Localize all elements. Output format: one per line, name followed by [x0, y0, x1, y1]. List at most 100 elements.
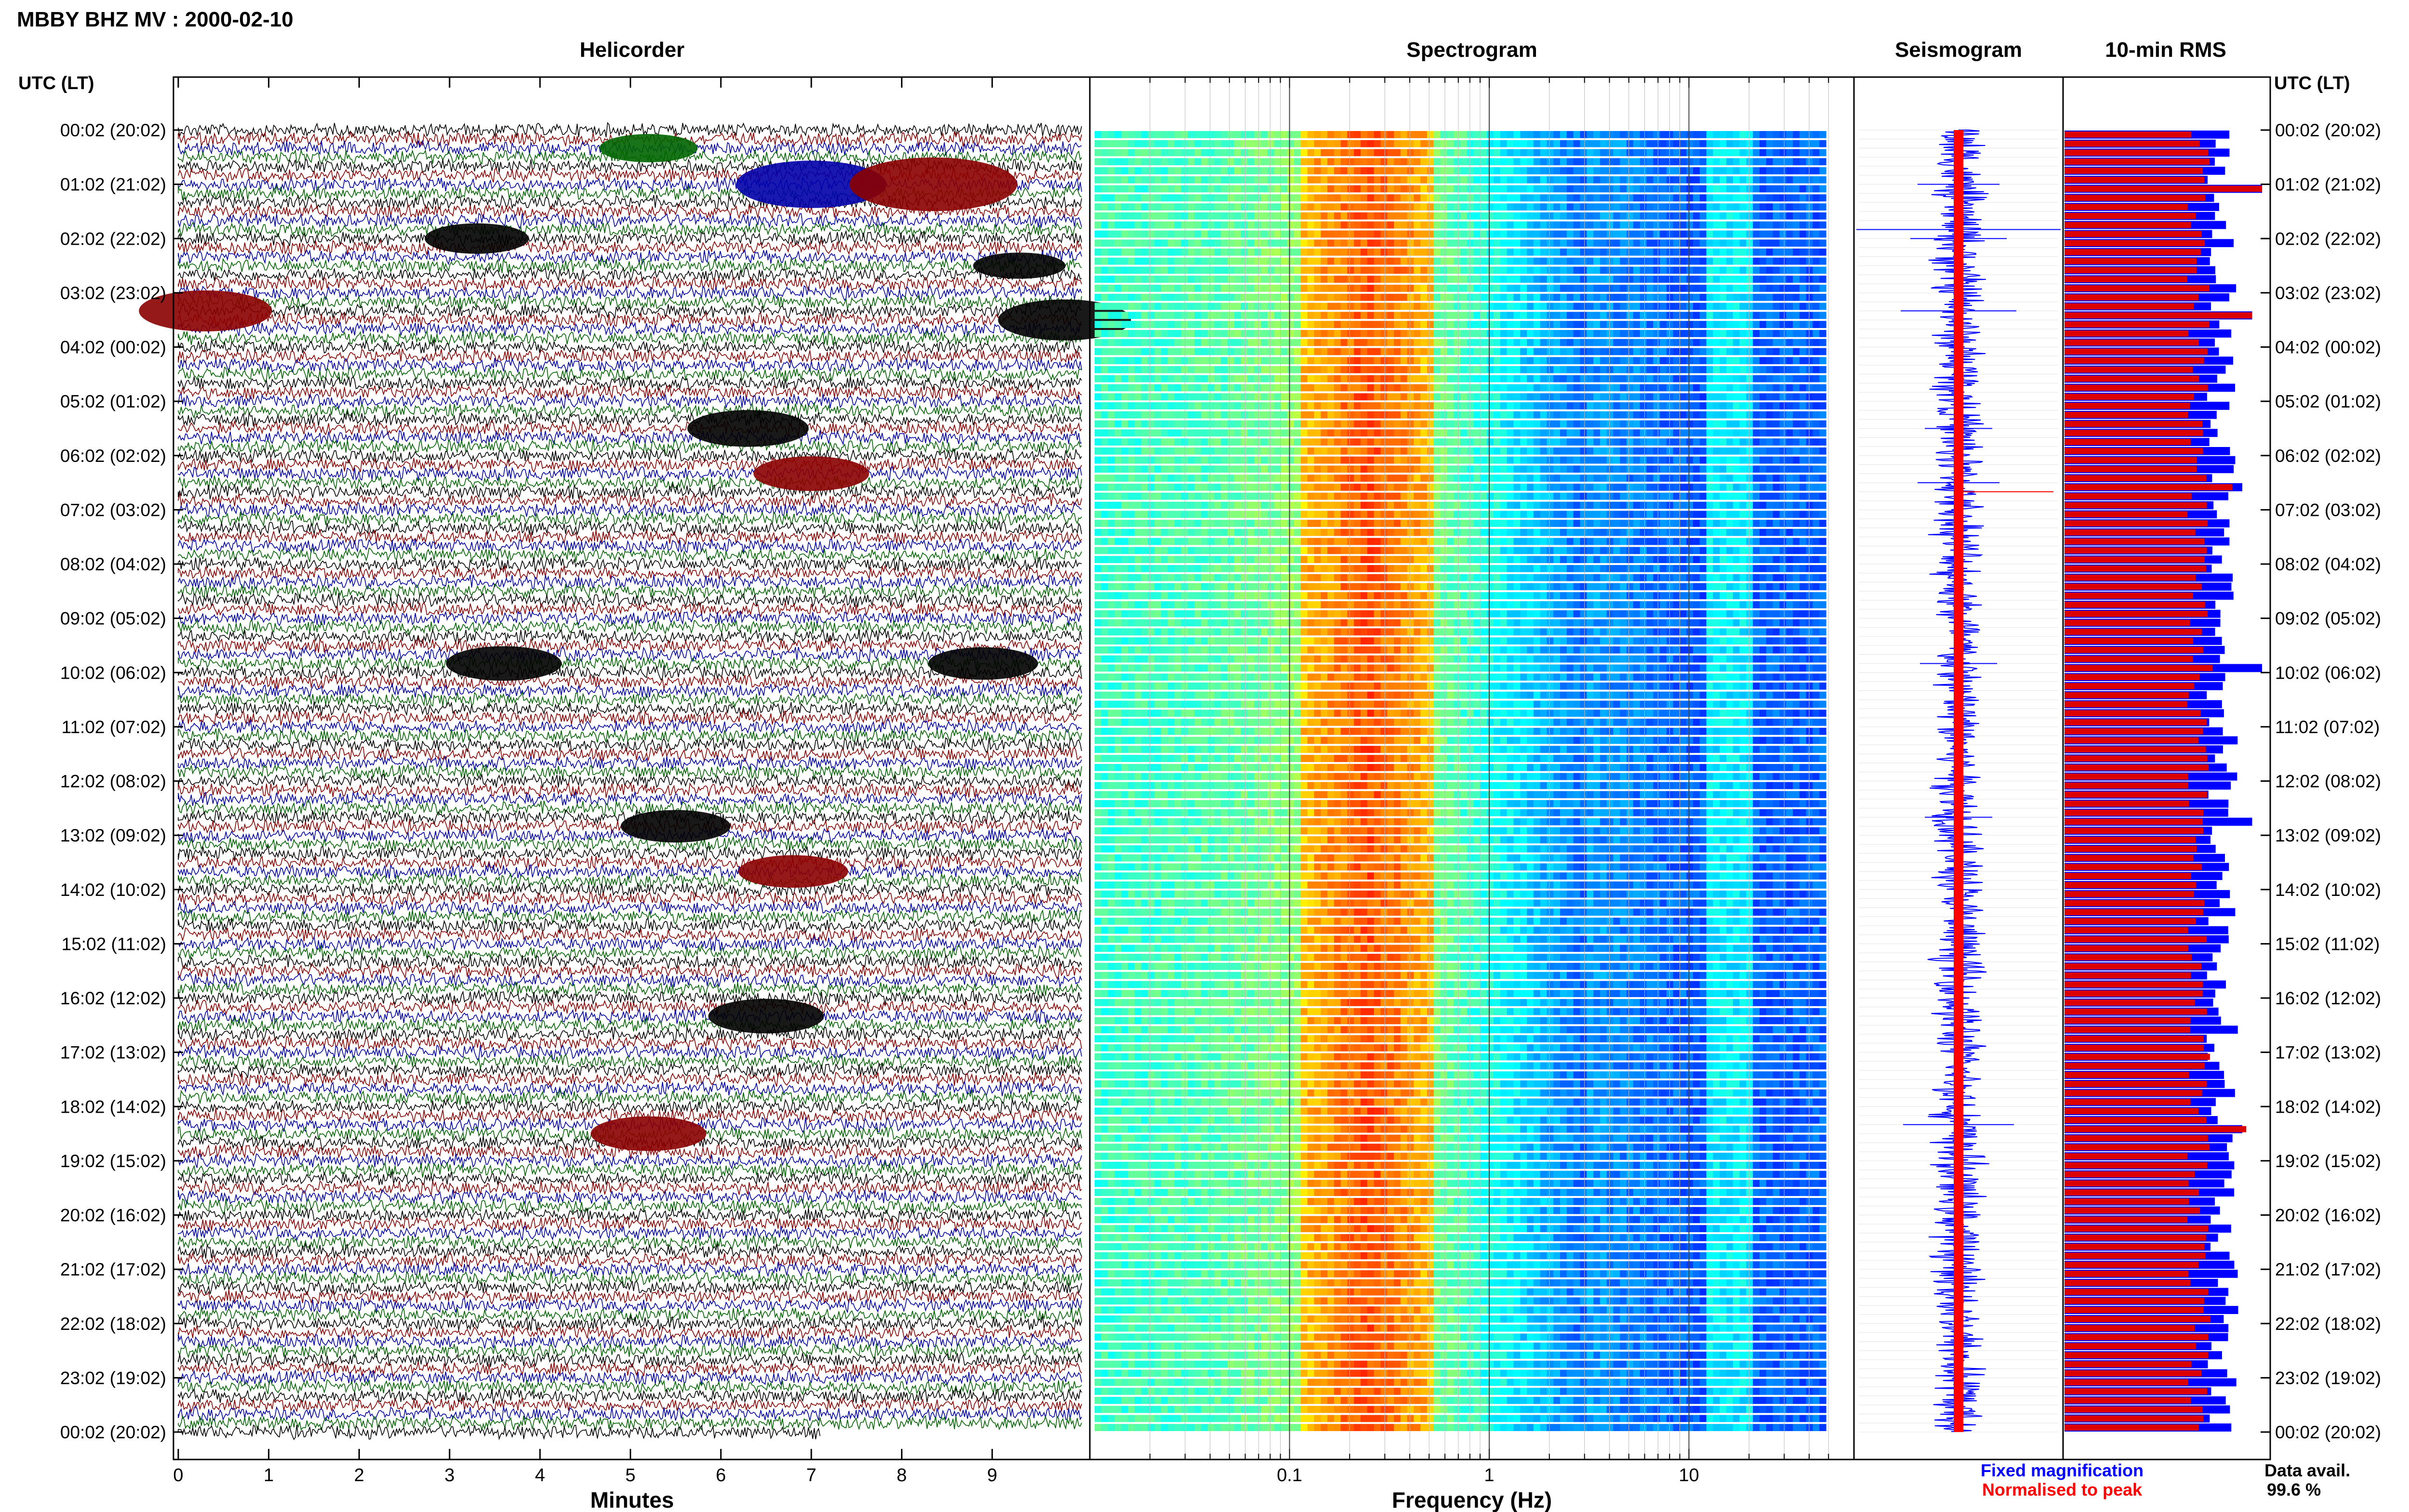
spectrogram-cell: [1134, 484, 1142, 491]
spectrogram-cell: [1281, 375, 1288, 382]
spectrogram-cell: [1300, 266, 1308, 274]
spectrogram-cell: [1427, 339, 1434, 346]
spectrogram-cell: [1361, 393, 1368, 401]
spectrogram-cell: [1593, 293, 1601, 301]
spectrogram-cell: [1720, 312, 1727, 319]
spectrogram-cell: [1746, 402, 1753, 409]
spectrogram-cell: [1380, 375, 1388, 382]
spectrogram-cell: [1354, 402, 1361, 409]
spectrogram-cell: [1121, 167, 1128, 174]
spectrogram-cell: [1300, 438, 1308, 446]
spectrogram-cell: [1673, 167, 1680, 174]
spectrogram-cell: [1799, 474, 1807, 482]
spectrogram-cell: [1699, 465, 1707, 473]
spectrogram-cell: [1773, 239, 1780, 247]
spectrogram-cell: [1228, 429, 1235, 437]
spectrogram-cell: [1494, 520, 1501, 527]
spectrogram-cell: [1620, 411, 1627, 419]
spectrogram-cell: [1387, 203, 1394, 210]
spectrogram-cell: [1261, 456, 1268, 464]
spectrogram-cell: [1766, 474, 1774, 482]
spectrogram-cell: [1593, 167, 1601, 174]
spectrogram-cell: [1387, 257, 1394, 265]
spectrogram-cell: [1261, 257, 1268, 265]
spectrogram-cell: [1733, 375, 1740, 382]
spectrogram-cell: [1627, 158, 1634, 166]
spectrogram-cell: [1487, 185, 1494, 193]
spectrogram-cell: [1620, 384, 1627, 392]
spectrogram-cell: [1753, 411, 1760, 419]
spectrogram-cell: [1779, 302, 1787, 310]
spectrogram-cell: [1753, 285, 1760, 292]
spectrogram-cell: [1394, 402, 1401, 409]
spectrogram-cell: [1254, 420, 1261, 428]
spectrogram-cell: [1194, 339, 1202, 346]
spectrogram-cell: [1813, 456, 1820, 464]
spectrogram-cell: [1500, 293, 1508, 301]
spectrogram-cell: [1420, 447, 1428, 455]
spectrogram-cell: [1793, 276, 1800, 283]
spectrogram-cell: [1686, 285, 1694, 292]
spectrogram-cell: [1660, 194, 1667, 202]
spectrogram-cell: [1101, 520, 1109, 527]
spectrogram-cell: [1414, 131, 1421, 138]
spectrogram-cell: [1361, 357, 1368, 365]
spectrogram-cell: [1287, 321, 1295, 328]
spectrogram-cell: [1114, 239, 1122, 247]
spectrogram-cell: [1513, 167, 1521, 174]
spectrogram-cell: [1467, 375, 1474, 382]
spectrogram-cell: [1733, 302, 1740, 310]
spectrogram-cell: [1739, 456, 1747, 464]
spectrogram-cell: [1806, 438, 1813, 446]
spectrogram-cell: [1101, 393, 1109, 401]
spectrogram-cell: [1281, 285, 1288, 292]
spectrogram-cell: [1267, 131, 1275, 138]
spectrogram-cell: [1128, 176, 1135, 184]
spectrogram-cell: [1321, 257, 1328, 265]
spectrogram-cell: [1128, 321, 1135, 328]
spectrogram-cell: [1494, 465, 1501, 473]
spectrogram-cell: [1440, 203, 1447, 210]
spectrogram-cell: [1261, 384, 1268, 392]
spectrogram-cell: [1500, 420, 1508, 428]
spectrogram-cell: [1726, 465, 1734, 473]
spectrogram-cell: [1440, 167, 1447, 174]
spectrogram-cell: [1580, 149, 1587, 157]
spectrogram-cell: [1760, 438, 1767, 446]
spectrogram-cell: [1241, 402, 1248, 409]
spectrogram-cell: [1374, 194, 1381, 202]
spectrogram-cell: [1779, 411, 1787, 419]
spectrogram-cell: [1460, 239, 1468, 247]
spectrogram-cell: [1354, 393, 1361, 401]
spectrogram-cell: [1633, 447, 1641, 455]
spectrogram-cell: [1161, 357, 1168, 365]
spectrogram-cell: [1114, 330, 1122, 337]
spectrogram-cell: [1793, 511, 1800, 518]
spectrogram-cell: [1400, 520, 1408, 527]
spectrogram-cell: [1620, 276, 1627, 283]
spectrogram-cell: [1427, 375, 1434, 382]
spectrogram-cell: [1394, 312, 1401, 319]
spectrogram-cell: [1487, 312, 1494, 319]
seismic-event-burst: [687, 410, 809, 447]
spectrogram-cell: [1340, 257, 1348, 265]
spectrogram-cell: [1347, 266, 1354, 274]
spectrogram-cell: [1380, 167, 1388, 174]
spectrogram-cell: [1773, 501, 1780, 509]
spectrogram-cell: [1487, 276, 1494, 283]
spectrogram-cell: [1773, 420, 1780, 428]
spectrogram-cell: [1793, 266, 1800, 274]
spectrogram-cell: [1161, 348, 1168, 355]
spectrogram-cell: [1307, 266, 1314, 274]
spectrogram-cell: [1706, 140, 1713, 147]
spectrogram-cell: [1813, 402, 1820, 409]
spectrogram-cell: [1354, 302, 1361, 310]
spectrogram-cell: [1480, 402, 1487, 409]
spectrogram-cell: [1407, 465, 1414, 473]
spectrogram-cell: [1354, 438, 1361, 446]
spectrogram-cell: [1234, 302, 1242, 310]
spectrogram-cell: [1633, 212, 1641, 220]
spectrogram-cell: [1593, 447, 1601, 455]
spectrogram-cell: [1500, 194, 1508, 202]
spectrogram-cell: [1460, 384, 1468, 392]
